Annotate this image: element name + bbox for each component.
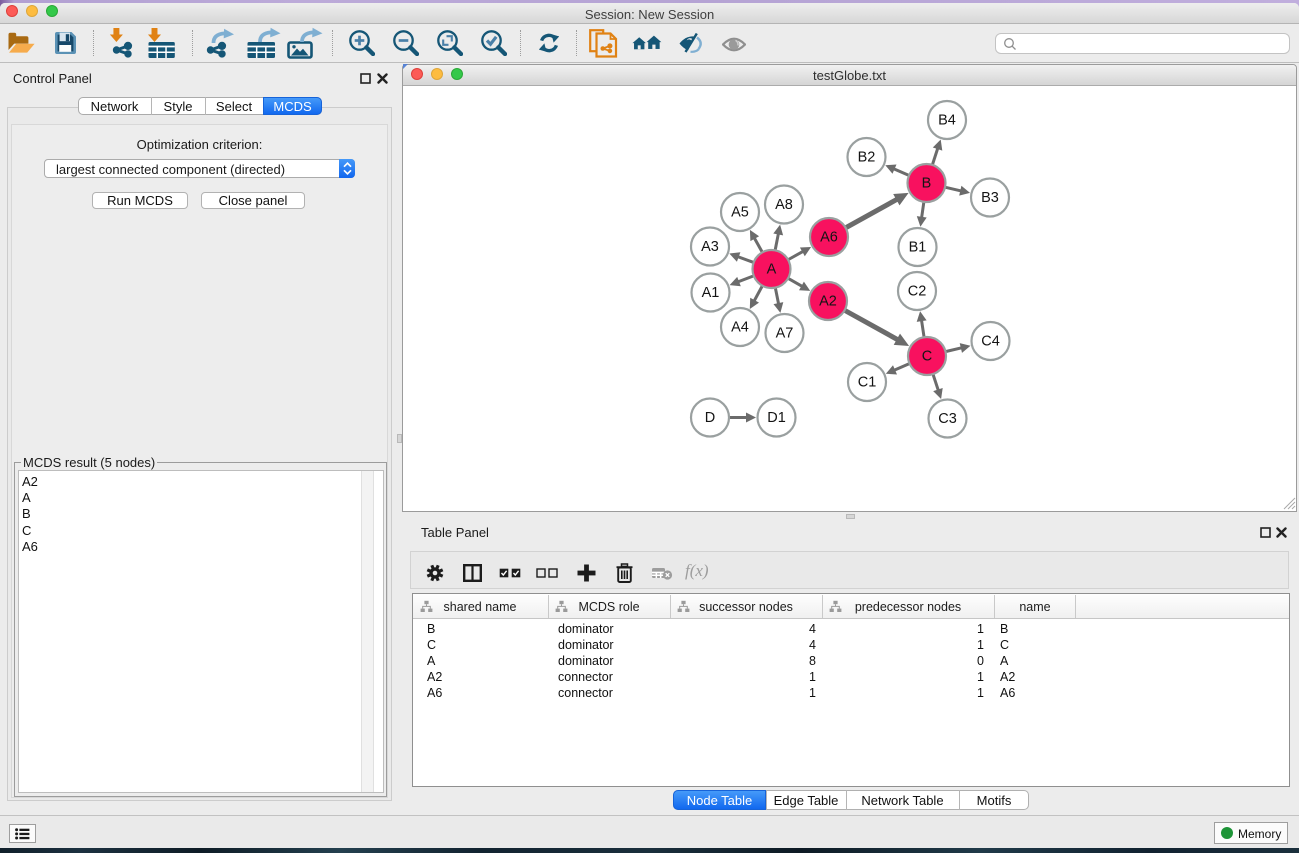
svg-text:A8: A8	[775, 197, 793, 213]
svg-text:B: B	[922, 176, 932, 192]
svg-text:A4: A4	[731, 320, 749, 336]
svg-text:A3: A3	[701, 239, 719, 255]
svg-text:B3: B3	[981, 190, 999, 206]
svg-text:A5: A5	[731, 205, 749, 221]
svg-text:B1: B1	[909, 240, 927, 256]
svg-text:A2: A2	[819, 294, 837, 310]
svg-text:C2: C2	[908, 284, 927, 300]
svg-text:A7: A7	[776, 326, 794, 342]
svg-text:B2: B2	[858, 150, 876, 166]
svg-text:A1: A1	[702, 285, 720, 301]
svg-text:C4: C4	[981, 334, 1000, 350]
svg-text:C: C	[922, 349, 932, 365]
svg-text:B4: B4	[938, 113, 956, 129]
svg-text:D1: D1	[767, 410, 786, 426]
svg-text:C1: C1	[858, 375, 877, 391]
svg-text:C3: C3	[938, 411, 957, 427]
svg-text:D: D	[705, 410, 715, 426]
svg-text:A: A	[767, 262, 777, 278]
svg-text:A6: A6	[820, 230, 838, 246]
